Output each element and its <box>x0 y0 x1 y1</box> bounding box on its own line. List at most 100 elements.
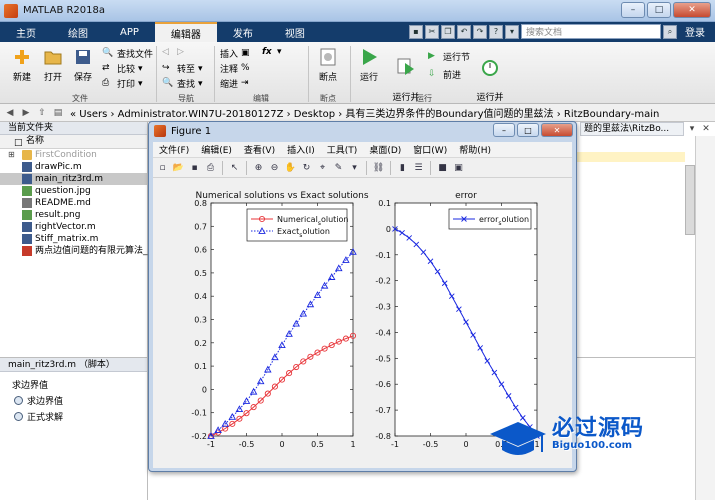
open-file-icon[interactable]: 📂 <box>172 161 185 174</box>
x-tick-label: 0 <box>463 440 468 449</box>
back-icon[interactable]: ◀ <box>4 107 16 119</box>
figure-logo-icon <box>154 125 166 137</box>
nav-arrows[interactable]: ◁ ▷ <box>162 47 189 59</box>
save-button[interactable]: 保存 <box>68 47 98 83</box>
file-item[interactable]: result.png <box>0 209 147 221</box>
forward-icon[interactable]: ▶ <box>20 107 32 119</box>
file-name: rightVector.m <box>35 222 96 232</box>
goto-button[interactable]: ↪ 转至 ▾ <box>162 62 203 76</box>
file-item[interactable]: main_ritz3rd.m <box>0 173 147 185</box>
colorbar-icon[interactable]: ▮ <box>396 161 409 174</box>
file-item[interactable]: README.md <box>0 197 147 209</box>
dropdown-icon[interactable]: ▾ <box>505 24 519 39</box>
breakpoints-button[interactable]: 断点 <box>313 47 343 83</box>
insert-button[interactable]: 插入 ▣ <box>220 47 253 61</box>
edit-plot-icon[interactable]: ↖ <box>228 161 241 174</box>
editor-file-tab[interactable]: 题的里兹法\RitzBo... <box>580 122 684 136</box>
editor-menu-icon[interactable]: ▾ <box>686 123 698 135</box>
chart-title: Numerical solutions vs Exact solutions <box>195 191 368 201</box>
chart-title: error <box>455 191 477 201</box>
new-icon <box>12 47 32 67</box>
link-plot-icon[interactable]: ⛓ <box>372 161 385 174</box>
menu-view[interactable]: 查看(V) <box>238 143 281 156</box>
save-figure-icon[interactable]: ▪ <box>188 161 201 174</box>
y-tick-label: 0.3 <box>194 316 207 325</box>
menu-insert[interactable]: 插入(I) <box>281 143 321 156</box>
data-cursor-icon[interactable]: ⌖ <box>316 161 329 174</box>
current-folder-panel: 当前文件夹 □ 名称 ⊞ FirstCondition drawPic.m main_r… <box>0 122 148 357</box>
zoom-in-icon[interactable]: ⊕ <box>252 161 265 174</box>
run-section-button[interactable]: ▶ 运行节 <box>428 50 470 64</box>
details-summary: 求边界值 <box>12 381 49 391</box>
print-figure-icon[interactable]: ⎙ <box>204 161 217 174</box>
minimize-button[interactable]: – <box>621 2 645 18</box>
hide-plot-tools-icon[interactable]: ■ <box>436 161 449 174</box>
column-header-name[interactable]: □ 名称 <box>0 135 147 149</box>
maximize-button[interactable]: □ <box>647 2 671 18</box>
figure-close-button[interactable]: ✕ <box>541 123 573 137</box>
expand-icon[interactable]: ⊞ <box>8 149 15 161</box>
menu-help[interactable]: 帮助(H) <box>453 143 497 156</box>
editor-close-icon[interactable]: ✕ <box>700 123 712 135</box>
up-folder-icon[interactable]: ⇧ <box>36 107 48 119</box>
toolbar-divider <box>246 160 247 175</box>
indent-button[interactable]: 缩进 ⇥ <box>220 77 253 91</box>
menu-edit[interactable]: 编辑(E) <box>195 143 238 156</box>
brush-icon[interactable]: ✎ <box>332 161 345 174</box>
menu-window[interactable]: 窗口(W) <box>407 143 453 156</box>
search-icon[interactable]: ⌕ <box>663 24 677 39</box>
figure-minimize-button[interactable]: – <box>493 123 515 137</box>
tab-apps[interactable]: APP <box>104 22 155 42</box>
advance-button[interactable]: ⇩ 前进 <box>428 68 461 82</box>
zoom-out-icon[interactable]: ⊖ <box>268 161 281 174</box>
find-button[interactable]: 🔍 查找 ▾ <box>162 77 203 91</box>
y-tick-label: -0.5 <box>375 354 391 363</box>
cut-icon[interactable]: ✂ <box>425 24 439 39</box>
file-item[interactable]: ⊞ FirstCondition <box>0 149 147 161</box>
browse-folder-icon[interactable]: ▤ <box>52 107 64 119</box>
rotate-icon[interactable]: ↻ <box>300 161 313 174</box>
menu-desktop[interactable]: 桌面(D) <box>363 143 407 156</box>
folder-path[interactable]: « Users › Administrator.WIN7U-20180127Z … <box>70 105 659 120</box>
comment-button[interactable]: 注释% <box>220 62 253 76</box>
menu-file[interactable]: 文件(F) <box>153 143 195 156</box>
tab-home[interactable]: 主页 <box>0 22 52 42</box>
save-quick-icon[interactable]: ▪ <box>409 24 423 39</box>
login-button[interactable]: 登录 <box>679 24 711 39</box>
show-plot-tools-icon[interactable]: ▣ <box>452 161 465 174</box>
tab-publish[interactable]: 发布 <box>217 22 269 42</box>
help-icon[interactable]: ? <box>489 24 503 39</box>
details-item[interactable]: 求边界值 <box>0 394 147 407</box>
x-tick-label: 0 <box>279 440 284 449</box>
file-item[interactable]: Stiff_matrix.m <box>0 233 147 245</box>
find-files-button[interactable]: 🔍 查找文件 <box>102 47 153 61</box>
tab-plots[interactable]: 绘图 <box>52 22 104 42</box>
file-item[interactable]: 两点边值问题的有限元算法_ <box>0 245 148 257</box>
menu-tools[interactable]: 工具(T) <box>321 143 364 156</box>
brush-dropdown-icon[interactable]: ▾ <box>348 161 361 174</box>
file-item[interactable]: question.jpg <box>0 185 147 197</box>
ribbon-divider <box>156 46 157 102</box>
search-input[interactable]: 搜索文档 <box>521 24 661 39</box>
editor-scrollbar[interactable] <box>685 165 695 235</box>
function-icon-button[interactable]: fx ▾ <box>262 47 289 59</box>
new-figure-icon[interactable]: ▫ <box>156 161 169 174</box>
file-item[interactable]: rightVector.m <box>0 221 147 233</box>
compare-button[interactable]: ⇄ 比较 ▾ <box>102 62 143 76</box>
redo-icon[interactable]: ↷ <box>473 24 487 39</box>
copy-icon[interactable]: ❐ <box>441 24 455 39</box>
legend-icon[interactable]: ☰ <box>412 161 425 174</box>
open-button[interactable]: 打开 <box>38 47 68 83</box>
pan-icon[interactable]: ✋ <box>284 161 297 174</box>
y-tick-label: 0.6 <box>194 246 207 255</box>
new-button[interactable]: 新建 <box>6 47 38 83</box>
tab-view[interactable]: 视图 <box>269 22 321 42</box>
details-item[interactable]: 正式求解 <box>0 410 147 423</box>
close-button[interactable]: ✕ <box>673 2 711 18</box>
print-button[interactable]: ⎙ 打印 ▾ <box>102 77 143 91</box>
run-button[interactable]: 运行 <box>354 47 384 83</box>
undo-icon[interactable]: ↶ <box>457 24 471 39</box>
figure-maximize-button[interactable]: □ <box>517 123 539 137</box>
tab-editor[interactable]: 编辑器 <box>154 22 217 42</box>
file-item[interactable]: drawPic.m <box>0 161 147 173</box>
